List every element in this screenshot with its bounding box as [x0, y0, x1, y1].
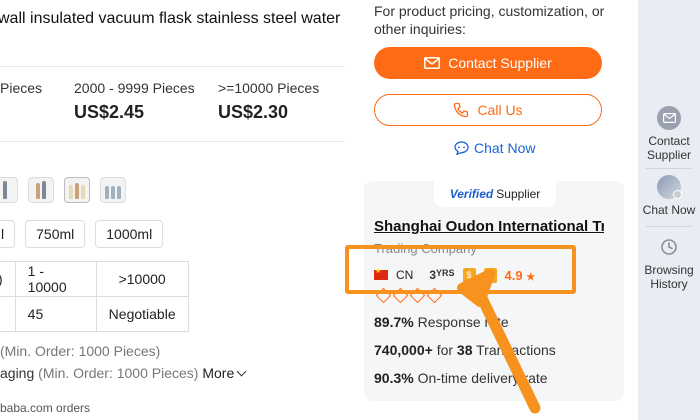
size-option[interactable]: 750ml: [25, 220, 86, 248]
product-details-panel: wall insulated vacuum flask stainless st…: [0, 0, 350, 420]
divider: [646, 168, 692, 169]
sidebar-item-chat-now[interactable]: Chat Now: [638, 175, 700, 217]
response-rate-value: 89.7%: [374, 314, 414, 330]
chevron-down-icon: [236, 366, 247, 377]
transactions-amount: 740,000+: [374, 342, 433, 358]
variant-thumbnail[interactable]: [64, 177, 90, 203]
divider: [646, 226, 692, 227]
variant-thumbnail[interactable]: [0, 177, 18, 203]
bottle-icon: [81, 185, 85, 199]
bottle-icon: [42, 181, 46, 199]
table-row: 45 Negotiable: [0, 296, 189, 332]
customization-text: (Min. Order: 1000 Pieces): [0, 343, 161, 359]
sidebar-item-label: History: [650, 277, 688, 291]
price-tier-1: Pieces: [0, 80, 42, 96]
bottle-icon: [3, 181, 7, 199]
mail-icon: [424, 57, 441, 69]
sidebar-item-label: Supplier: [646, 148, 692, 162]
price-tier-3: >=10000 Pieces US$2.30: [218, 80, 319, 123]
customization-name: aging: [0, 365, 35, 381]
divider: [0, 66, 345, 67]
sidebar-item-contact-supplier[interactable]: Contact Supplier: [638, 106, 700, 162]
table-cell: >10000: [95, 261, 189, 297]
divider: [0, 141, 345, 142]
bottle-icon: [117, 186, 121, 199]
chat-now-link[interactable]: Chat Now: [454, 140, 535, 156]
company-name-link[interactable]: Shanghai Oudon International Tra...: [374, 218, 604, 235]
table-cell: Negotiable: [95, 296, 189, 332]
bottle-icon: [111, 186, 115, 199]
right-sidebar: Contact Supplier Chat Now Browsing Histo…: [638, 0, 700, 420]
contact-supplier-label: Contact Supplier: [448, 55, 552, 71]
price-tier-range: Pieces: [0, 80, 43, 96]
price-tier-range: >=10000 Pieces: [218, 80, 320, 96]
chat-bubble-icon: [454, 141, 469, 155]
product-title: wall insulated vacuum flask stainless st…: [0, 10, 341, 27]
mail-icon: [657, 106, 681, 130]
orders-note: baba.com orders: [0, 401, 91, 415]
sidebar-item-label: Contact: [648, 134, 690, 148]
more-link[interactable]: More: [202, 365, 247, 381]
chat-now-label: Chat Now: [474, 140, 536, 156]
phone-icon: [454, 102, 469, 118]
verified-suffix: Supplier: [496, 187, 541, 201]
bottle-icon: [36, 183, 40, 199]
history-icon: [657, 235, 681, 259]
table-cell: 1 - 10000: [14, 261, 97, 297]
customization-text: (Min. Order: 1000 Pieces): [34, 365, 199, 381]
customization-option: aging (Min. Order: 1000 Pieces) More: [0, 365, 247, 381]
call-us-label: Call Us: [477, 102, 523, 118]
lead-time-table: s) 1 - 10000 >10000 45 Negotiable: [0, 261, 189, 332]
table-cell: s): [0, 261, 16, 297]
size-options: l 750ml 1000ml: [0, 220, 164, 248]
bottle-icon: [75, 183, 79, 199]
contact-supplier-button[interactable]: Contact Supplier: [374, 47, 602, 79]
sidebar-item-label: Browsing: [644, 263, 694, 277]
variant-thumbnail[interactable]: [100, 177, 126, 203]
avatar: [657, 175, 682, 199]
ontime-rate-value: 90.3%: [374, 370, 414, 386]
customization-option: (Min. Order: 1000 Pieces): [0, 343, 160, 359]
table-cell: 45: [14, 296, 97, 332]
annotation-arrow: [457, 269, 541, 414]
verified-supplier-badge: Verified Supplier: [434, 181, 556, 207]
table-row: s) 1 - 10000 >10000: [0, 261, 189, 297]
inquiry-prompt: For product pricing, customization, or o…: [374, 3, 605, 37]
bottle-icon: [105, 186, 109, 199]
sidebar-item-label: Chat Now: [642, 203, 696, 217]
variant-thumbnails: [0, 177, 126, 203]
price-tier-price: US$2.45: [74, 102, 145, 122]
price-tier-price: US$2.30: [218, 102, 289, 122]
price-tier-range: 2000 - 9999 Pieces: [74, 80, 195, 96]
verified-prefix: Verified: [449, 187, 494, 201]
call-us-button[interactable]: Call Us: [374, 94, 602, 126]
size-option[interactable]: l: [0, 220, 16, 248]
price-tier-2: 2000 - 9999 Pieces US$2.45: [74, 80, 195, 123]
bottle-icon: [69, 185, 73, 199]
more-label: More: [202, 365, 235, 381]
table-cell: [0, 296, 16, 332]
sidebar-item-browsing-history[interactable]: Browsing History: [638, 235, 700, 291]
variant-thumbnail[interactable]: [28, 177, 54, 203]
size-option[interactable]: 1000ml: [95, 220, 164, 248]
